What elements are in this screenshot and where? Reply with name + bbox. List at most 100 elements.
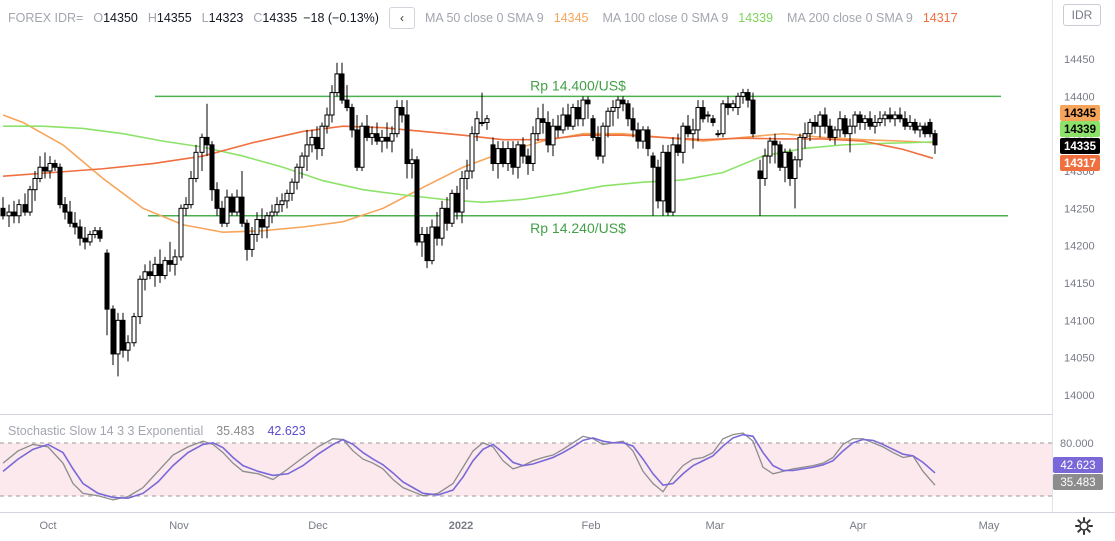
- candle-body: [32, 177, 38, 191]
- candle-body: [27, 189, 33, 213]
- candle-body: [304, 144, 310, 157]
- candle-body: [750, 99, 756, 135]
- price-tick-label: 14200: [1064, 241, 1095, 253]
- candle-body: [590, 118, 596, 138]
- candle-body: [490, 144, 496, 165]
- candle-body: [167, 260, 173, 265]
- candle-body: [0, 207, 6, 217]
- candle-body: [87, 233, 93, 243]
- candle-body: [324, 114, 330, 127]
- candle-body: [575, 107, 581, 120]
- chart-area[interactable]: 1445014400143501430014250142001415014100…: [0, 0, 1115, 539]
- price-axis-border: [1052, 0, 1053, 512]
- candle-body: [615, 99, 621, 109]
- candle-body: [389, 133, 395, 142]
- candle-body: [535, 118, 541, 135]
- candle-body: [152, 263, 158, 277]
- candle-body: [484, 118, 490, 123]
- candle-body: [645, 129, 651, 150]
- candle-body: [912, 121, 918, 131]
- chart-settings-button[interactable]: [1074, 516, 1094, 536]
- price-tag-label: 14345: [1064, 108, 1097, 120]
- candle-body: [204, 136, 210, 146]
- time-tick-label: Feb: [582, 520, 601, 532]
- candle-body: [479, 121, 485, 124]
- candle-body: [294, 166, 300, 183]
- candle-body: [762, 155, 768, 179]
- candle-body: [104, 252, 110, 310]
- candle-body: [359, 125, 365, 168]
- candle-body: [842, 118, 848, 135]
- stoch-legend: Stochastic Slow 14 3 3 Exponential 35.48…: [8, 424, 306, 438]
- candle-body: [125, 342, 131, 351]
- stoch-tag-label: 35.483: [1060, 477, 1095, 489]
- time-tick-label: May: [979, 520, 1000, 532]
- candle-body: [897, 114, 903, 120]
- candle-body: [670, 144, 676, 213]
- candle-body: [399, 107, 405, 116]
- pane-separator: [0, 414, 1052, 415]
- price-tag-label: 14335: [1064, 141, 1097, 153]
- price-tick-label: 14150: [1064, 278, 1095, 290]
- candle-body: [6, 211, 12, 217]
- candle-body: [354, 129, 360, 168]
- candle-body: [932, 133, 938, 146]
- candle-body: [640, 129, 646, 142]
- candle-body: [47, 163, 53, 172]
- candle-body: [77, 226, 83, 239]
- candle-body: [274, 204, 280, 213]
- candle-body: [22, 204, 28, 213]
- time-tick-label: Oct: [39, 520, 56, 532]
- candle-body: [782, 151, 788, 168]
- candle-body: [832, 129, 838, 138]
- stoch-title: Stochastic Slow 14 3 3 Exponential: [8, 424, 204, 438]
- candle-body: [907, 121, 913, 127]
- gear-icon: [1075, 517, 1093, 535]
- candle-body: [299, 155, 305, 168]
- candle-body: [837, 118, 843, 131]
- candle-body: [680, 125, 686, 153]
- candle-body: [219, 207, 225, 224]
- candle-body: [444, 207, 450, 224]
- candle-body: [817, 114, 823, 127]
- candle-body: [131, 316, 137, 344]
- candle-body: [62, 204, 68, 213]
- candle-body: [550, 125, 556, 146]
- candle-body: [414, 159, 420, 243]
- candle-body: [319, 125, 325, 150]
- candle-body: [650, 155, 656, 168]
- candle-body: [917, 125, 923, 131]
- candle-body: [464, 170, 470, 179]
- time-tick-label: Mar: [706, 520, 725, 532]
- candle-body: [735, 95, 741, 109]
- candle-body: [379, 136, 385, 142]
- candle-body: [374, 133, 380, 142]
- candle-body: [600, 125, 606, 157]
- stoch-tick-label: 80.000: [1060, 438, 1094, 450]
- candle-body: [439, 207, 445, 239]
- candle-body: [409, 159, 415, 165]
- time-tick-label: 2022: [449, 520, 473, 532]
- candle-body: [264, 215, 270, 228]
- candle-body: [605, 110, 611, 127]
- candle-body: [239, 196, 245, 224]
- candle-body: [685, 125, 691, 135]
- candle-body: [394, 107, 400, 135]
- candle-body: [922, 125, 928, 135]
- candle-body: [772, 140, 778, 146]
- candle-body: [110, 308, 116, 355]
- candle-body: [695, 107, 701, 131]
- time-axis: Oct Nov Dec 2022 Feb Mar Apr May: [39, 520, 999, 532]
- candle-body: [384, 136, 390, 142]
- candle-body: [259, 219, 265, 228]
- candle-body: [82, 237, 88, 243]
- candle-body: [887, 114, 893, 120]
- price-tag-label: 14339: [1064, 124, 1096, 136]
- candle-body: [807, 121, 813, 135]
- candle-body: [434, 226, 440, 239]
- candle-body: [822, 114, 828, 127]
- time-axis-border: [0, 512, 1115, 513]
- candle-body: [137, 278, 143, 318]
- candle-body: [178, 207, 184, 258]
- candle-body: [565, 114, 571, 127]
